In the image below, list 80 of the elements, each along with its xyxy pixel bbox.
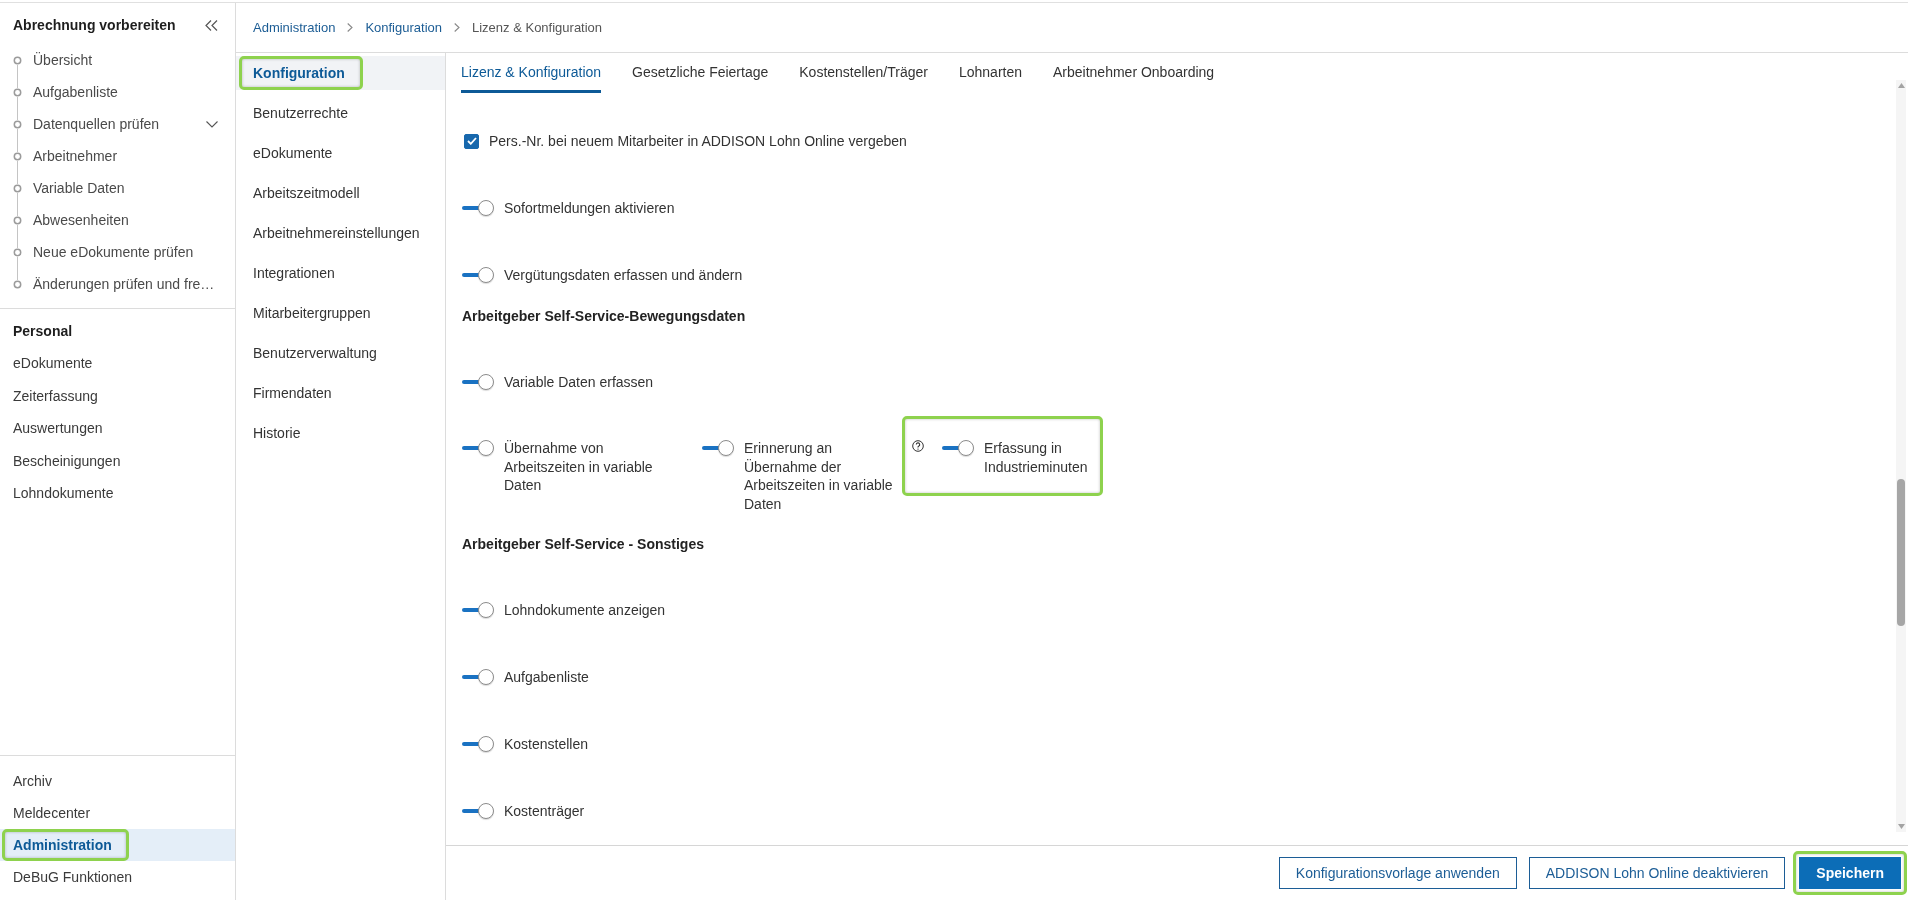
nav-item[interactable]: Arbeitnehmereinstellungen	[236, 216, 445, 250]
step-dot-icon	[13, 183, 22, 193]
toggle-label: Vergütungsdaten erfassen und ändern	[504, 267, 743, 283]
step-link[interactable]: Aufgabenliste	[0, 76, 235, 108]
step-dot-icon	[13, 151, 22, 161]
toggle-switch[interactable]	[462, 669, 494, 685]
double-chevron-left-icon[interactable]	[205, 19, 218, 31]
toggle-label: Aufgabenliste	[504, 669, 589, 685]
toggle-switch[interactable]	[462, 803, 494, 819]
toggle-switch[interactable]	[702, 440, 734, 456]
chevron-right-icon	[454, 23, 460, 32]
nav-link[interactable]: eDokumente	[0, 347, 235, 380]
tab[interactable]: Kostenstellen/Träger	[799, 62, 928, 93]
breadcrumb-current: Lizenz & Konfiguration	[472, 20, 603, 35]
nav-link[interactable]: Zeiterfassung	[0, 379, 235, 412]
toggle-label: Erinnerung an Übernahme der Arbeitszeiten in variable Daten	[744, 439, 894, 513]
nav-item[interactable]: Benutzerverwaltung	[236, 336, 445, 370]
step-link[interactable]: Abwesenheiten	[0, 204, 235, 236]
nav-item[interactable]: eDokumente	[236, 136, 445, 170]
step-dot-icon	[13, 119, 22, 129]
nav-link[interactable]: Archiv	[0, 765, 235, 797]
step-dot-icon	[13, 247, 22, 257]
checkmark-icon	[466, 137, 477, 145]
help-icon[interactable]	[912, 440, 924, 452]
nav-link[interactable]: Meldecenter	[0, 797, 235, 829]
nav-item[interactable]: Firmendaten	[236, 376, 445, 410]
sidebar-title: Abrechnung vorbereiten	[13, 16, 176, 35]
step-link[interactable]: Änderungen prüfen und fre…	[0, 268, 235, 300]
secondary-button[interactable]: ADDISON Lohn Online deaktivieren	[1528, 857, 1786, 889]
nav-item[interactable]: Integrationen	[236, 256, 445, 290]
step-link[interactable]: Neue eDokumente prüfen	[0, 236, 235, 268]
nav-link[interactable]: DeBuG Funktionen	[0, 861, 235, 893]
checkbox[interactable]	[464, 133, 479, 149]
nav-link[interactable]: Bescheinigungen	[0, 444, 235, 477]
toggle-label: Erfassung in Industrieminuten	[984, 439, 1089, 476]
toggle-label: Übernahme von Arbeitszeiten in variable Daten	[504, 439, 654, 495]
section-heading: Arbeitgeber Self-Service - Sonstiges	[462, 535, 705, 554]
toggle-switch[interactable]	[462, 736, 494, 752]
step-link[interactable]: Übersicht	[0, 44, 235, 76]
toggle-switch[interactable]	[462, 200, 494, 216]
tab[interactable]: Lohnarten	[958, 62, 1022, 93]
step-link[interactable]: Datenquellen prüfen	[0, 108, 235, 140]
step-link[interactable]: Variable Daten	[0, 172, 235, 204]
toggle-label: Kostenstellen	[504, 736, 589, 752]
step-dot-icon	[13, 279, 22, 289]
tab[interactable]: Gesetzliche Feiertage	[632, 62, 769, 93]
scrollbar[interactable]	[1896, 80, 1906, 832]
nav-item[interactable]: Benutzerrechte	[236, 96, 445, 130]
section-title: Personal	[12, 322, 74, 341]
nav-item[interactable]: Mitarbeitergruppen	[236, 296, 445, 330]
toggle-switch[interactable]	[462, 440, 494, 456]
nav-item[interactable]: Arbeitszeitmodell	[236, 176, 445, 210]
nav-link[interactable]: Lohndokumente	[0, 477, 235, 510]
toggle-switch[interactable]	[462, 602, 494, 618]
toggle-label: Kostenträger	[504, 803, 585, 819]
toggle-label: Lohndokumente anzeigen	[504, 602, 666, 618]
secondary-button[interactable]: Konfigurationsvorlage anwenden	[1278, 857, 1517, 889]
breadcrumb-link[interactable]: Administration	[253, 20, 336, 35]
toggle-switch[interactable]	[462, 267, 494, 283]
checkbox-label: Pers.-Nr. bei neuem Mitarbeiter in ADDISON Lohn Online vergeben	[489, 133, 907, 149]
toggle-label: Sofortmeldungen aktivieren	[504, 200, 675, 216]
chevron-right-icon	[347, 23, 354, 32]
tab[interactable]: Arbeitnehmer Onboarding	[1053, 62, 1215, 93]
tab[interactable]: Lizenz & Konfiguration	[461, 62, 602, 93]
section-heading: Arbeitgeber Self-Service-Bewegungsdaten	[462, 307, 747, 326]
scrollbar-thumb[interactable]	[1897, 479, 1905, 626]
step-link[interactable]: Arbeitnehmer	[0, 140, 235, 172]
nav-link[interactable]: Administration	[0, 829, 235, 861]
nav-item[interactable]: Konfiguration	[236, 56, 445, 90]
step-dot-icon	[13, 215, 22, 225]
toggle-switch[interactable]	[462, 374, 494, 390]
primary-button[interactable]: Speichern	[1799, 857, 1901, 889]
step-dot-icon	[13, 87, 22, 97]
nav-link[interactable]: Auswertungen	[0, 412, 235, 445]
nav-item[interactable]: Historie	[236, 416, 445, 450]
breadcrumb-link[interactable]: Konfiguration	[365, 20, 442, 35]
chevron-down-icon[interactable]	[206, 120, 218, 128]
toggle-switch[interactable]	[942, 440, 974, 456]
step-dot-icon	[13, 55, 22, 65]
toggle-label: Variable Daten erfassen	[504, 374, 654, 390]
